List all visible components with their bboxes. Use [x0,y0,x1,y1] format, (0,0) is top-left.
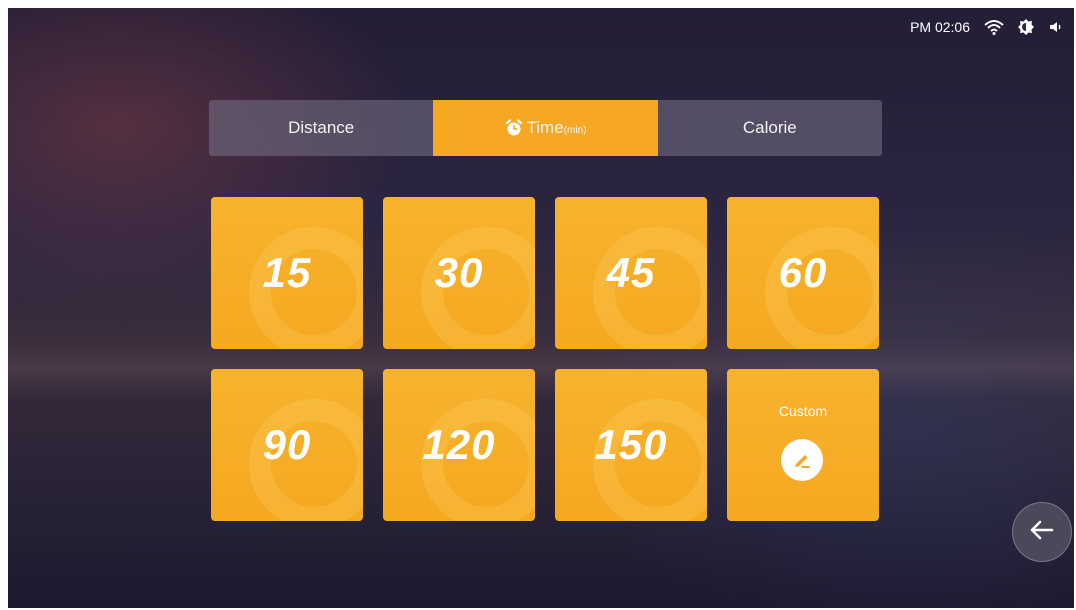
preset-value: 45 [606,249,656,296]
alarm-clock-icon [505,119,523,137]
back-button[interactable] [1012,502,1072,562]
tab-calorie[interactable]: Calorie [658,100,882,156]
tab-distance[interactable]: Distance [209,100,433,156]
preset-value: 150 [594,421,668,468]
preset-value: 120 [422,421,496,468]
wifi-icon [984,19,1004,35]
edit-pencil-icon [781,439,823,481]
preset-tile-15[interactable]: 15 [211,197,363,349]
background-haze [8,338,1074,398]
arrow-left-icon [1029,519,1055,546]
preset-value: 15 [262,249,312,296]
status-time: PM 02:06 [910,19,970,35]
tab-time-unit: (min) [563,125,587,136]
custom-label: Custom [778,403,828,419]
preset-value: 60 [778,249,828,296]
preset-tile-90[interactable]: 90 [211,369,363,521]
preset-tile-30[interactable]: 30 [383,197,535,349]
tab-time-label: Time [526,118,564,137]
preset-tile-120[interactable]: 120 [383,369,535,521]
preset-value: 90 [262,421,312,468]
tab-time[interactable]: Time (min) [433,100,658,156]
brightness-icon [1018,19,1034,35]
status-bar: PM 02:06 [910,16,1062,38]
tab-calorie-label: Calorie [742,118,797,137]
mode-tabs: Distance Time (min) Calorie [209,100,882,156]
volume-icon [1048,20,1062,34]
preset-tile-60[interactable]: 60 [727,197,879,349]
preset-value: 30 [434,249,484,296]
preset-tile-150[interactable]: 150 [555,369,707,521]
screen: PM 02:06 Distance Time (min) Calorie 15 … [8,8,1074,608]
tab-distance-label: Distance [288,118,355,137]
custom-tile[interactable]: Custom [727,369,879,521]
preset-tile-45[interactable]: 45 [555,197,707,349]
